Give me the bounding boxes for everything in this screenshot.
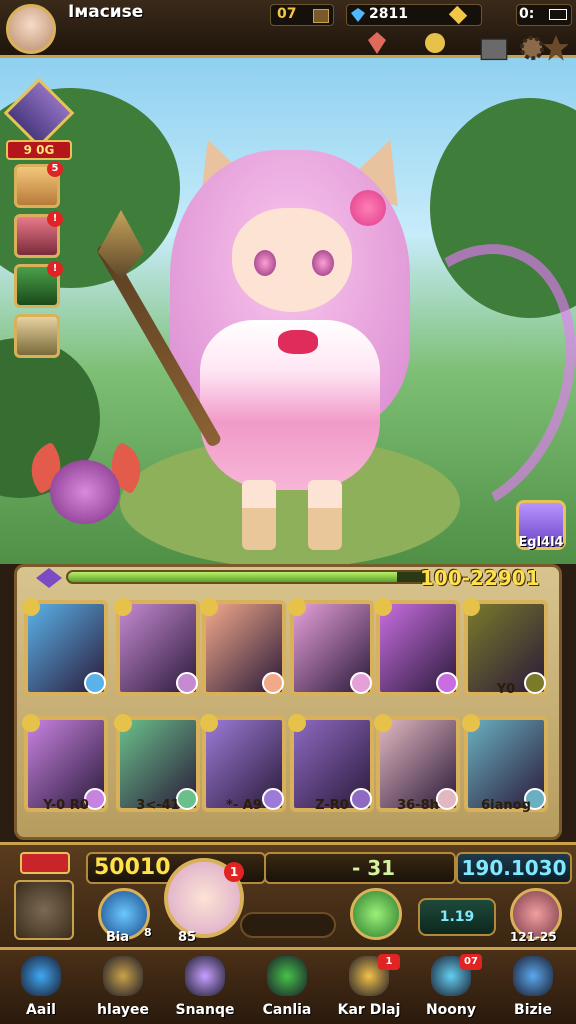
gem-value: 2811 [369,6,408,22]
card-label: 6ianog [481,798,531,813]
card-weapon-scythe[interactable] [22,598,108,696]
character-bow [278,330,318,354]
element-icon [84,672,106,694]
card-label: *- A9 [226,798,262,813]
pet-companion[interactable] [50,460,120,524]
energy-counter[interactable]: 0: [516,4,572,26]
character-eye-left [254,250,276,276]
nav-search[interactable]: Aail [0,950,82,1024]
side-hero-slot-3[interactable]: ! [14,261,63,308]
notification-badge: ! [47,211,63,227]
side-hero-slot-1[interactable]: 5 [14,161,63,208]
nav-label: Noony [425,1002,477,1018]
notification-badge: 5 [47,161,63,177]
energy-value: 0: [519,6,535,22]
gold-counter[interactable]: 07 [270,4,334,26]
stat-box: 1.19 [418,898,496,936]
card-label: Y-0 R0 [43,798,89,813]
card-hero-violet[interactable] [374,598,460,696]
diamond-icon [351,8,365,22]
card-label: 36-8h [397,798,439,813]
nav-store[interactable]: Bizie [492,950,574,1024]
nav-label: hlayee [97,1002,149,1018]
flower-hairpin-icon [350,190,386,226]
nav-dial[interactable]: 1 Kar Dlaj [328,950,410,1024]
magnifier-icon [21,956,61,996]
battery-icon [549,9,567,20]
blue-orb-label: Bia [106,930,130,945]
egg-icon [267,956,307,996]
card-label: Z-R0 [315,798,349,813]
nav-castle[interactable]: Canlia [246,950,328,1024]
card-label: 3<-41 [136,798,180,813]
treasure-box-icon[interactable] [480,34,508,62]
nav-label: Kar Dlaj [337,1002,401,1018]
empty-slot[interactable] [240,912,336,938]
gold-gem-icon [448,5,468,25]
character-eye-right [312,250,334,276]
nav-label: Snanqe [175,1002,235,1018]
coin-chest-icon [313,9,329,23]
rarity-star-icon [114,714,132,732]
nav-label: Aail [26,1002,56,1018]
card-weapon-sword[interactable] [288,598,374,696]
star-icon[interactable] [542,34,570,62]
statue-icon [103,956,143,996]
xp-value: 100-22901 [420,566,540,590]
character-legs [236,480,346,550]
nav-badge: 07 [460,954,482,970]
element-icon [176,672,198,694]
card-label: Y0 [496,682,516,697]
side-hero-slot-2[interactable]: ! [14,211,63,258]
card-weapon-axe[interactable] [200,598,286,696]
hero-power-badge: 9 0G [6,140,72,160]
rarity-star-icon [374,714,392,732]
crystal-reward-label: Egl4l4 [518,535,564,550]
crystal-icon [185,956,225,996]
team-level-bar: - 31 [264,852,456,884]
rarity-star-icon [374,598,392,616]
element-icon [350,672,372,694]
rarity-star-icon [462,714,480,732]
element-icon [436,672,458,694]
gold-badge-icon[interactable] [424,32,446,54]
green-orb-button[interactable] [350,888,402,940]
leader-notification-badge: 1 [224,862,244,882]
xp-progress-bar [66,570,428,584]
gold-value: 07 [277,6,297,22]
xp-progress-fill [68,572,398,582]
nav-label: Canlia [262,1002,312,1018]
nav-money[interactable]: 07 Noony [410,950,492,1024]
nav-badge: 1 [378,954,400,970]
nav-label: Bizie [514,1002,552,1018]
gem-counter[interactable]: 2811 [346,4,482,26]
rarity-star-icon [200,714,218,732]
red-crystal-icon[interactable] [366,32,388,54]
shop-icon [513,956,553,996]
team-level-value: - 31 [352,856,396,880]
rarity-star-icon [288,714,306,732]
leader-portrait[interactable]: 1 [164,858,244,938]
companion-orb-label: 121-25 [510,930,557,944]
rarity-star-icon [462,598,480,616]
leader-label: 85 [178,930,197,945]
rarity-star-icon [114,598,132,616]
player-name: Iмаcиse [68,2,144,22]
guardian-statue[interactable] [14,880,74,940]
player-avatar[interactable] [6,4,56,54]
gold-score: 190.1030 [456,852,572,884]
nav-heroes[interactable]: hlayee [82,950,164,1024]
blue-orb-count: 8 [144,926,152,939]
rank-tag[interactable] [20,852,70,874]
rarity-star-icon [22,598,40,616]
notification-badge: ! [47,261,63,277]
nav-summon[interactable]: Snanqe [164,950,246,1024]
element-icon [262,672,284,694]
rarity-star-icon [22,714,40,732]
card-hero-blonde[interactable] [114,598,200,696]
rarity-star-icon [200,598,218,616]
character-face[interactable] [232,208,352,312]
side-hero-slot-4[interactable] [14,314,60,358]
rarity-star-icon [288,598,306,616]
